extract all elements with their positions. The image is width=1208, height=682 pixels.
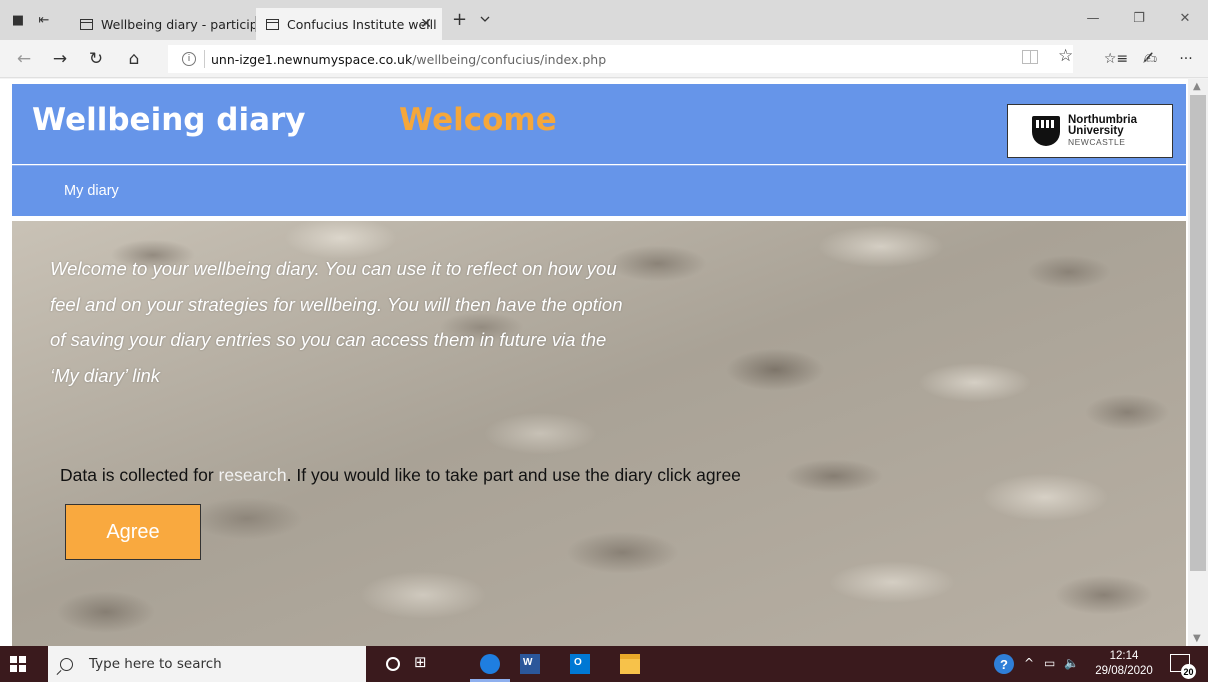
- web-notes-icon[interactable]: ✍: [1140, 49, 1160, 69]
- clock-date: 29/08/2020: [1095, 665, 1153, 677]
- file-explorer-icon[interactable]: [620, 654, 640, 674]
- tab-confucius-institute[interactable]: Confucius Institute welll ✕: [256, 8, 442, 40]
- windows-taskbar: Type here to search ⊞ ? ^ ▭ 🔈 12:14 29/0…: [0, 646, 1208, 682]
- task-view-icon[interactable]: ⊞: [414, 653, 434, 673]
- scroll-up-icon[interactable]: ▲: [1193, 81, 1201, 92]
- page-scrollbar[interactable]: ▲ ▼: [1188, 79, 1208, 646]
- site-header: Wellbeing diary Welcome Northumbria Univ…: [12, 84, 1186, 164]
- help-icon[interactable]: ?: [994, 654, 1014, 674]
- page-icon: [266, 18, 279, 30]
- taskbar-clock[interactable]: 12:14 29/08/2020: [1094, 649, 1154, 679]
- start-windows-icon[interactable]: [8, 654, 28, 674]
- intro-text: Welcome to your wellbeing diary. You can…: [50, 258, 623, 386]
- tray-overflow-chevron-icon[interactable]: ^: [1024, 656, 1034, 670]
- scroll-down-icon[interactable]: ▼: [1193, 633, 1201, 644]
- tab-wellbeing-diary[interactable]: Wellbeing diary - participan: [70, 8, 256, 40]
- northumbria-university-logo: Northumbria University NEWCASTLE: [1007, 104, 1173, 158]
- tab-title: Wellbeing diary - participan: [101, 16, 256, 32]
- reading-view-icon[interactable]: [1022, 50, 1038, 64]
- page-icon: [80, 18, 93, 30]
- outlook-app-icon[interactable]: [570, 654, 590, 674]
- word-app-icon[interactable]: [520, 654, 540, 674]
- forward-button[interactable]: →: [50, 49, 70, 69]
- restore-button[interactable]: ❐: [1116, 0, 1162, 36]
- more-options-icon[interactable]: ···: [1176, 49, 1196, 69]
- cortana-icon[interactable]: [386, 657, 400, 671]
- site-title: Wellbeing diary: [32, 102, 306, 138]
- hero-sand-banner: Welcome to your wellbeing diary. You can…: [12, 221, 1186, 646]
- site-nav: My diary: [12, 165, 1186, 216]
- close-tab-icon[interactable]: ✕: [420, 16, 432, 32]
- research-suffix: . If you would like to take part and use…: [286, 465, 741, 485]
- nav-link-my-diary[interactable]: My diary: [64, 183, 119, 199]
- welcome-heading: Welcome: [399, 102, 557, 138]
- new-tab-button[interactable]: +: [452, 11, 467, 29]
- search-icon: [60, 657, 73, 671]
- research-consent-text: Data is collected for research. If you w…: [60, 465, 741, 486]
- url-divider: [204, 50, 205, 68]
- logo-line-3: NEWCASTLE: [1068, 136, 1126, 147]
- action-center-icon[interactable]: 20: [1170, 654, 1196, 679]
- url-field[interactable]: i unn-izge1.newnumyspace.co.uk/wellbeing…: [168, 45, 1073, 73]
- home-button[interactable]: ⌂: [124, 49, 144, 69]
- tab-list-chevron-icon[interactable]: [480, 14, 490, 24]
- favorite-star-icon[interactable]: ☆: [1058, 46, 1073, 66]
- logo-text: Northumbria University NEWCASTLE: [1068, 113, 1137, 148]
- tab-title: Confucius Institute welll: [287, 16, 437, 32]
- set-aside-tabs-icon[interactable]: ⇤: [36, 12, 52, 28]
- refresh-button[interactable]: ↻: [86, 49, 106, 69]
- url-path: /wellbeing/confucius/index.php: [412, 51, 607, 67]
- close-window-button[interactable]: ✕: [1162, 0, 1208, 36]
- logo-line-1: Northumbria: [1068, 113, 1137, 126]
- logo-line-2: University: [1068, 124, 1124, 137]
- url-host: unn-izge1.newnumyspace.co.uk: [211, 51, 413, 67]
- favorites-hub-icon[interactable]: ☆≡: [1102, 49, 1130, 69]
- clock-time: 12:14: [1109, 650, 1139, 662]
- window-menu-icon[interactable]: ■: [10, 12, 26, 28]
- address-toolbar: ← → ↻ ⌂ i unn-izge1.newnumyspace.co.uk/w…: [0, 40, 1208, 78]
- minimize-button[interactable]: —: [1070, 0, 1116, 36]
- research-link[interactable]: research: [219, 465, 287, 485]
- university-crest-icon: [1032, 116, 1060, 146]
- search-placeholder: Type here to search: [89, 656, 222, 672]
- taskbar-search-box[interactable]: Type here to search: [48, 646, 366, 682]
- edge-browser-icon[interactable]: [480, 654, 500, 674]
- scrollbar-thumb[interactable]: [1190, 95, 1206, 571]
- page-viewport: Wellbeing diary Welcome Northumbria Univ…: [0, 79, 1208, 646]
- browser-tab-bar: ■ ⇤ Wellbeing diary - participan Confuci…: [0, 0, 1208, 40]
- volume-icon[interactable]: 🔈: [1064, 656, 1079, 670]
- site-info-icon[interactable]: i: [182, 52, 196, 66]
- research-prefix: Data is collected for: [60, 465, 219, 485]
- agree-button[interactable]: Agree: [65, 504, 201, 560]
- back-button[interactable]: ←: [14, 49, 34, 69]
- battery-icon[interactable]: ▭: [1044, 656, 1055, 670]
- notification-count-badge: 20: [1181, 664, 1196, 679]
